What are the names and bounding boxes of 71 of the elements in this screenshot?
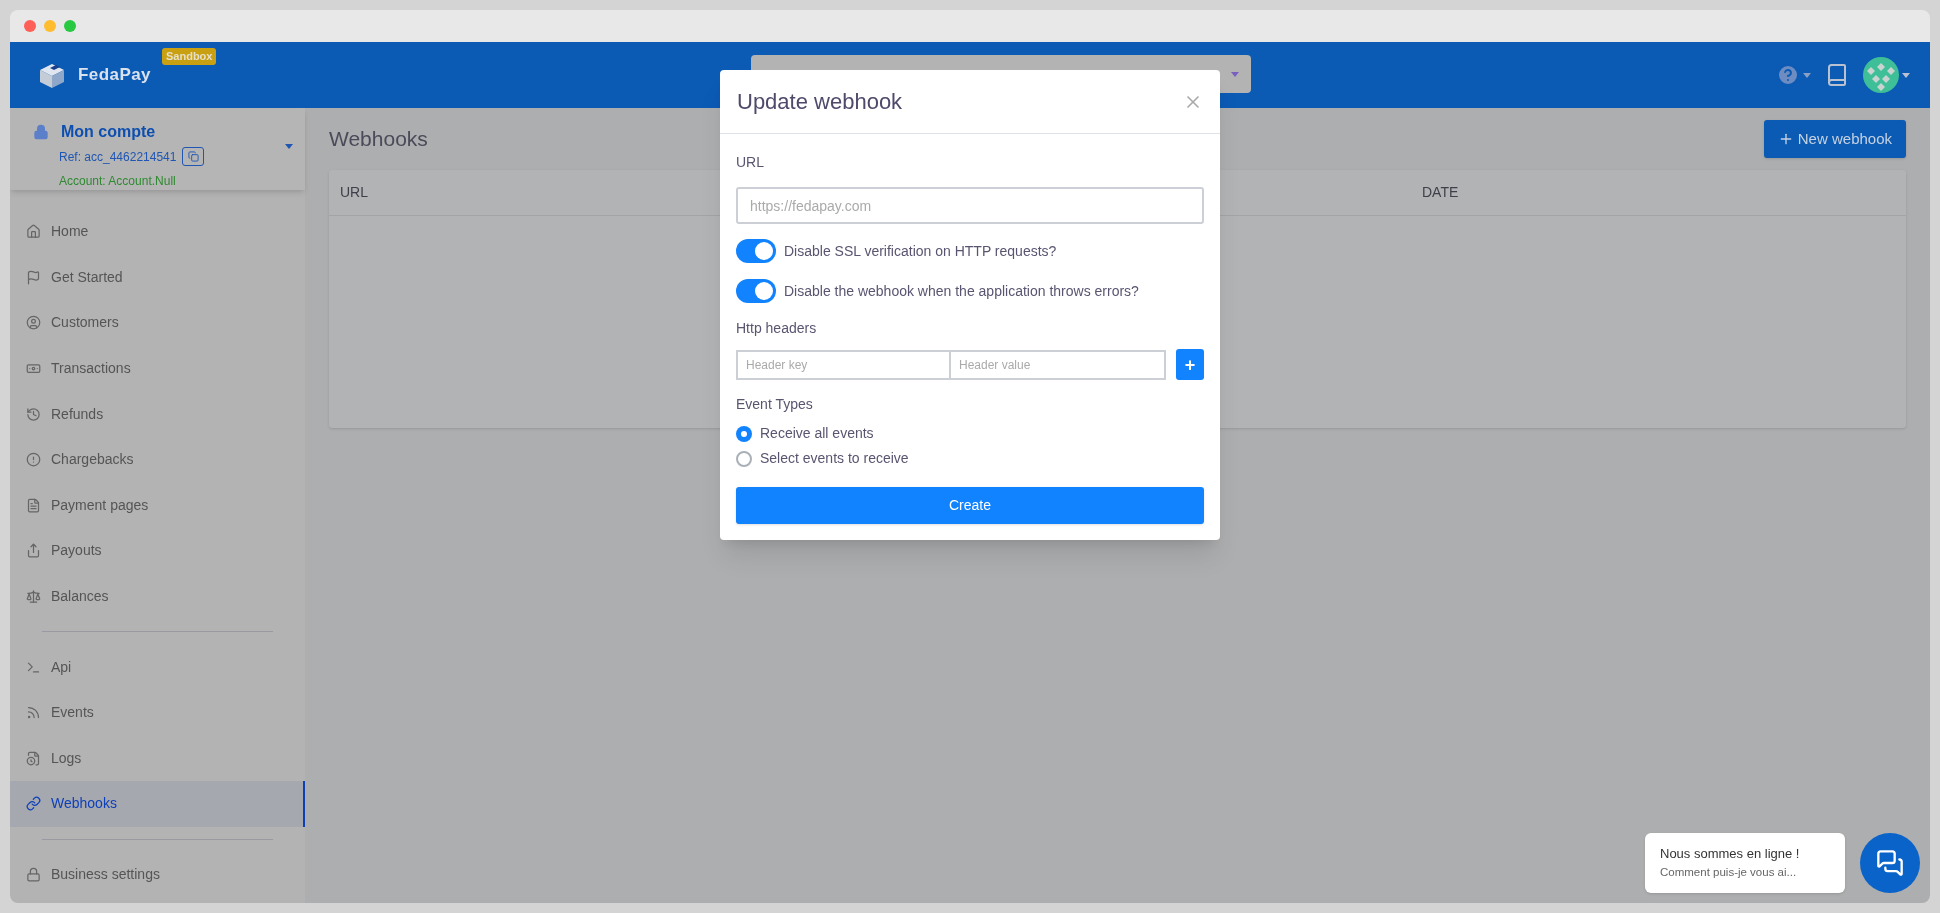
sidebar-item[interactable]: Api (10, 644, 305, 690)
log-file-icon (26, 750, 41, 766)
home-icon (26, 224, 41, 240)
dialog-title: Update webhook (737, 88, 903, 116)
chat-icon (1876, 849, 1904, 877)
column-header: DATE (1422, 183, 1459, 202)
sidebar-item[interactable]: Payouts (10, 528, 305, 574)
sidebar-item[interactable]: Home (10, 209, 305, 255)
radio-button[interactable] (736, 425, 752, 442)
toggle-label: Disable the webhook when the application throws errors? (784, 281, 1139, 301)
toggle-label: Disable SSL verification on HTTP requests? (784, 241, 1057, 261)
caret-icon (1902, 72, 1910, 78)
header-key-input[interactable]: Header key (736, 349, 951, 380)
history-icon (26, 406, 41, 422)
maximize-window-icon[interactable] (64, 20, 76, 32)
sidebar-item[interactable]: Business settings (10, 851, 305, 898)
document-icon (26, 497, 41, 513)
chat-message: Comment puis-je vous ai... (1660, 864, 1798, 880)
radio-button[interactable] (736, 450, 752, 467)
avatar-icon (1863, 57, 1899, 93)
account-title: Mon compte (61, 122, 156, 142)
terminal-icon (26, 659, 41, 675)
caret-icon (1231, 71, 1239, 77)
sandbox-badge: Sandbox (162, 48, 217, 65)
sidebar-item[interactable]: Get Started (10, 254, 305, 301)
lock-icon (26, 867, 41, 882)
link-icon (26, 796, 41, 812)
account-dropdown-button[interactable] (285, 144, 293, 149)
toggle-switch[interactable] (736, 239, 776, 263)
sidebar-item[interactable]: Customers (10, 300, 305, 346)
event-radio-option[interactable]: Select events to receive (736, 448, 1204, 469)
copy-icon (187, 151, 199, 162)
toggle-switch[interactable] (736, 279, 776, 303)
sidebar-item[interactable]: Balances (10, 573, 305, 620)
feed-icon (26, 705, 41, 721)
brand-name: FedaPay (78, 64, 151, 87)
url-label: URL (736, 153, 765, 172)
sidebar-item[interactable]: Transactions (10, 345, 305, 392)
account-ref: Ref: acc_4462214541 (59, 148, 177, 166)
avatar-button[interactable] (1863, 57, 1910, 93)
lock-icon (33, 124, 49, 140)
scale-icon (26, 589, 41, 605)
alert-icon (26, 452, 41, 468)
sidebar-item[interactable]: Logs (10, 735, 305, 782)
close-window-icon[interactable] (24, 20, 36, 32)
copy-button[interactable] (182, 147, 205, 166)
chat-title: Nous sommes en ligne ! (1660, 845, 1801, 863)
new-webhook-button[interactable]: New webhook (1763, 120, 1906, 158)
user-icon (26, 315, 41, 331)
caret-icon (285, 144, 293, 149)
share-icon (26, 543, 41, 559)
url-input[interactable]: https://fedapay.com (736, 187, 1204, 224)
caret-icon (1803, 72, 1811, 78)
sidebar-item[interactable]: Payment pages (10, 482, 305, 529)
sidebar-item[interactable]: Refunds (10, 391, 305, 437)
column-header: URL (340, 183, 368, 202)
help-button[interactable] (1776, 63, 1811, 87)
account-name: Account: Account.Null (59, 174, 176, 188)
sidebar-item[interactable]: Chargebacks (10, 436, 305, 483)
headers-label: Http headers (736, 319, 818, 338)
chat-bubble[interactable]: Nous sommes en ligne ! Comment puis-je vous ai... (1645, 833, 1845, 893)
create-button[interactable]: Create (736, 487, 1204, 524)
flag-icon (26, 269, 41, 285)
event-types-label: Event Types (736, 395, 814, 414)
sidebar-item[interactable]: Webhooks (10, 781, 305, 827)
header-value-input[interactable]: Header value (951, 349, 1166, 380)
add-header-button[interactable]: + (1176, 349, 1204, 380)
page-title: Webhooks (329, 126, 428, 153)
event-radio-option[interactable]: Receive all events (736, 423, 1204, 444)
sidebar-item[interactable]: Events (10, 689, 305, 736)
book-icon[interactable] (1825, 63, 1849, 87)
